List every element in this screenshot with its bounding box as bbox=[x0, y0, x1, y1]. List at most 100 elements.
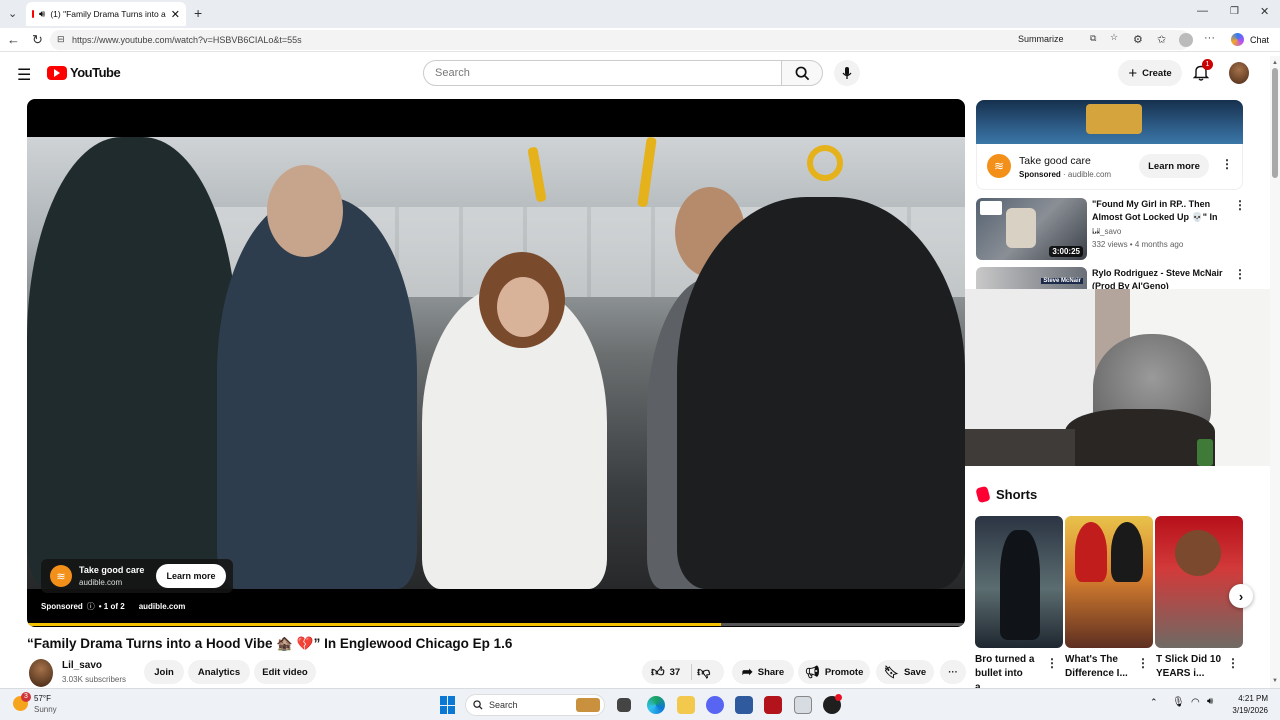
channel-name[interactable]: Lil_savo bbox=[62, 660, 102, 671]
profile-icon[interactable] bbox=[1179, 33, 1193, 47]
sidebar-ad-sponsored: Sponsored bbox=[1019, 170, 1061, 179]
audible-logo-icon: ≋ bbox=[50, 565, 72, 587]
analytics-button[interactable]: Analytics bbox=[188, 660, 250, 684]
share-button[interactable]: ➦ Share bbox=[732, 660, 794, 684]
short-thumbnail[interactable] bbox=[975, 516, 1063, 648]
video-player[interactable]: ≋ Take good care audible.com Learn more … bbox=[27, 99, 965, 627]
scroll-down-icon[interactable]: ▼ bbox=[1272, 678, 1278, 684]
restore-icon[interactable]: ❐ bbox=[1230, 6, 1239, 17]
short-menu-icon[interactable]: ⋮ bbox=[1137, 656, 1149, 670]
short-menu-icon[interactable]: ⋮ bbox=[1046, 656, 1058, 670]
megaphone-icon: 📢︎ bbox=[804, 665, 820, 679]
more-menu-icon[interactable]: ··· bbox=[1204, 32, 1215, 44]
url-input[interactable]: ⊟ https://www.youtube.com/watch?v=HSBVB6… bbox=[50, 30, 1190, 50]
edit-video-button[interactable]: Edit video bbox=[254, 660, 316, 684]
ad-learn-more-button[interactable]: Learn more bbox=[156, 564, 226, 588]
favorites-icon[interactable]: ✩ bbox=[1157, 33, 1166, 46]
search-input[interactable]: Search bbox=[423, 60, 782, 86]
more-actions-button[interactable]: ··· bbox=[940, 660, 966, 684]
webcam-person bbox=[1065, 409, 1215, 466]
account-avatar[interactable] bbox=[1229, 62, 1249, 84]
page-scrollbar[interactable]: ▲ ▼ bbox=[1270, 56, 1280, 688]
taskbar-search[interactable]: Search bbox=[465, 694, 605, 716]
sidebar-video-menu-icon[interactable]: ⋮ bbox=[1234, 198, 1246, 212]
scroll-thumb[interactable] bbox=[1272, 68, 1278, 178]
tab-list-icon[interactable]: ⌄ bbox=[8, 7, 17, 20]
sidebar-ad-card[interactable]: ≋ Take good care Sponsored · audible.com… bbox=[976, 144, 1243, 190]
thumbnail-text: Steve McNair bbox=[1041, 278, 1083, 284]
like-divider bbox=[691, 664, 693, 680]
video-thumbnail[interactable]: Steve McNair bbox=[976, 267, 1087, 289]
copilot-icon[interactable] bbox=[1231, 33, 1244, 46]
ad-progress-bar bbox=[27, 623, 722, 626]
window-close-icon[interactable]: ✕ bbox=[1260, 5, 1269, 18]
app-window-icon[interactable] bbox=[794, 696, 812, 714]
join-button[interactable]: Join bbox=[144, 660, 184, 684]
refresh-icon[interactable]: ↻ bbox=[32, 32, 43, 48]
short-title[interactable]: What's The Difference I... bbox=[1065, 653, 1131, 681]
volume-icon[interactable]: 🔊︎ bbox=[1207, 696, 1213, 707]
create-button[interactable]: + Create bbox=[1118, 60, 1182, 86]
discord-icon[interactable] bbox=[706, 696, 724, 714]
ad-overlay-card[interactable]: ≋ Take good care audible.com Learn more bbox=[41, 559, 233, 593]
store-icon[interactable] bbox=[735, 696, 753, 714]
speaker-icon[interactable]: 🔊︎ bbox=[39, 9, 45, 20]
sidebar-video-channel[interactable]: Lil_savo bbox=[1092, 227, 1121, 236]
sidebar-ad-menu-icon[interactable]: ⋮ bbox=[1221, 157, 1233, 171]
dislike-button[interactable]: 👎︎ bbox=[697, 664, 710, 680]
minimize-icon[interactable]: — bbox=[1197, 5, 1208, 17]
new-tab-icon[interactable]: + bbox=[194, 5, 202, 21]
hamburger-menu-icon[interactable]: ☰ bbox=[17, 65, 31, 85]
channel-avatar[interactable] bbox=[29, 659, 53, 687]
extensions-icon[interactable]: ⚙ bbox=[1133, 33, 1143, 46]
grab-handle bbox=[527, 146, 547, 203]
summarize-button[interactable]: Summarize bbox=[1018, 34, 1064, 44]
file-explorer-icon[interactable] bbox=[677, 696, 695, 714]
ad-domain-link[interactable]: audible.com bbox=[139, 602, 186, 611]
short-thumbnail[interactable] bbox=[1065, 516, 1153, 648]
short-menu-icon[interactable]: ⋮ bbox=[1227, 656, 1239, 670]
tray-chevron-icon[interactable]: ⌃ bbox=[1150, 697, 1158, 708]
browser-tab[interactable]: 🔊︎ (1) "Family Drama Turns into a ✕ bbox=[26, 2, 186, 26]
close-tab-icon[interactable]: ✕ bbox=[171, 8, 180, 21]
sidebar-video-title[interactable]: Rylo Rodriguez - Steve McNair (Prod By A… bbox=[1092, 267, 1227, 289]
ad-domain: audible.com bbox=[79, 578, 123, 587]
site-info-icon[interactable]: ⊟ bbox=[57, 34, 65, 45]
sidebar-ad-learn-more[interactable]: Learn more bbox=[1139, 154, 1209, 178]
favorite-star-icon[interactable]: ☆ bbox=[1110, 32, 1118, 43]
acrobat-icon[interactable] bbox=[764, 696, 782, 714]
save-button[interactable]: 🔖︎ Save bbox=[876, 660, 934, 684]
tray-mic-icon[interactable]: 🎙︎ bbox=[1172, 697, 1185, 708]
back-icon[interactable]: ← bbox=[7, 32, 20, 47]
split-screen-icon[interactable]: ⧉ bbox=[1090, 33, 1096, 44]
shorts-next-button[interactable]: › bbox=[1229, 584, 1253, 608]
weather-temp[interactable]: 57°F bbox=[34, 694, 51, 703]
notifications-button[interactable]: 1 bbox=[1192, 59, 1213, 85]
sidebar-video-menu-icon[interactable]: ⋮ bbox=[1234, 267, 1246, 281]
shorts-header: Shorts bbox=[975, 485, 1037, 504]
short-title[interactable]: T Slick Did 10 YEARS i... bbox=[1156, 653, 1222, 681]
task-view-icon[interactable] bbox=[617, 698, 631, 712]
info-icon[interactable]: ⓘ bbox=[87, 601, 95, 612]
promote-button[interactable]: 📢︎ Promote bbox=[798, 660, 870, 684]
person-face bbox=[267, 165, 343, 257]
video-thumbnail[interactable]: 3:00:25 bbox=[976, 198, 1087, 260]
taskbar-time[interactable]: 4:21 PM bbox=[1226, 694, 1268, 703]
youtube-logo[interactable]: YouTube bbox=[47, 65, 121, 80]
search-button[interactable] bbox=[781, 60, 823, 86]
edge-browser-icon[interactable] bbox=[647, 696, 665, 714]
chat-button[interactable]: Chat bbox=[1250, 35, 1269, 45]
short-thumbnail[interactable] bbox=[1155, 516, 1243, 648]
windows-start-icon[interactable] bbox=[440, 696, 458, 714]
weather-desc: Sunny bbox=[34, 705, 57, 714]
video-duration: 3:00:25 bbox=[1049, 246, 1083, 257]
scroll-up-icon[interactable]: ▲ bbox=[1272, 60, 1278, 66]
sponsored-label: Sponsored bbox=[41, 602, 83, 611]
person-face bbox=[497, 277, 549, 337]
youtube-favicon-icon bbox=[32, 10, 35, 18]
ad-info-row: Sponsored ⓘ • 1 of 2 audible.com bbox=[41, 601, 185, 612]
wifi-icon[interactable]: ◠ bbox=[1191, 697, 1200, 708]
like-button[interactable]: 👍︎ bbox=[651, 664, 665, 680]
sidebar-ad-banner[interactable] bbox=[976, 100, 1243, 144]
voice-search-button[interactable] bbox=[834, 60, 860, 86]
